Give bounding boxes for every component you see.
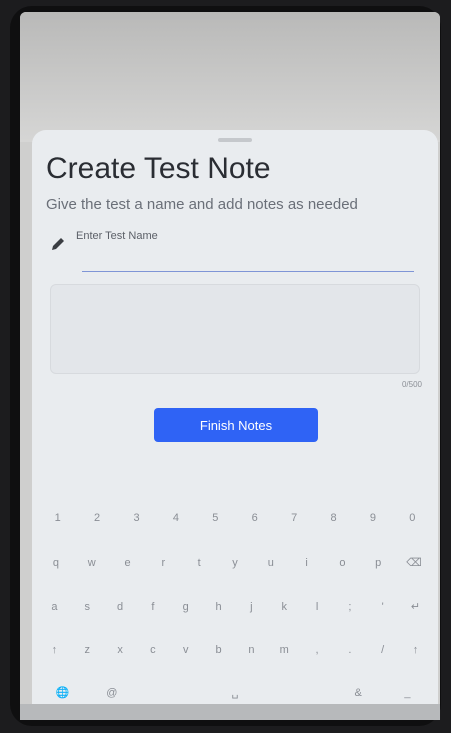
- key[interactable]: /: [366, 644, 399, 656]
- key[interactable]: h: [202, 600, 235, 613]
- keyboard-row-top: q w e r t y u i o p ⌫: [38, 556, 432, 570]
- keyboard-row-space: 🌐 @ ␣ & _: [38, 686, 432, 700]
- key[interactable]: 1: [38, 512, 77, 524]
- key[interactable]: t: [181, 556, 217, 569]
- key[interactable]: n: [235, 644, 268, 656]
- key[interactable]: d: [104, 600, 137, 613]
- key[interactable]: a: [38, 600, 71, 613]
- key[interactable]: .: [333, 644, 366, 656]
- key[interactable]: @: [87, 686, 136, 699]
- key[interactable]: ': [366, 600, 399, 613]
- key[interactable]: 6: [235, 512, 274, 524]
- key[interactable]: p: [360, 556, 396, 569]
- key[interactable]: ,: [301, 644, 334, 656]
- globe-icon[interactable]: 🌐: [38, 686, 87, 699]
- key[interactable]: f: [136, 600, 169, 613]
- key[interactable]: ;: [333, 600, 366, 613]
- key[interactable]: g: [169, 600, 202, 613]
- key[interactable]: c: [136, 644, 169, 656]
- key[interactable]: 5: [196, 512, 235, 524]
- keyboard-row-middle: a s d f g h j k l ; ' ↵: [38, 600, 432, 614]
- key[interactable]: w: [74, 556, 110, 569]
- key[interactable]: v: [169, 644, 202, 656]
- character-counter: 0/500: [401, 380, 422, 389]
- key[interactable]: &: [334, 686, 383, 699]
- device-bottom-bezel: [20, 704, 440, 720]
- key[interactable]: 9: [353, 512, 392, 524]
- key[interactable]: b: [202, 644, 235, 656]
- key[interactable]: 0: [393, 512, 432, 524]
- key[interactable]: q: [38, 556, 74, 569]
- finish-notes-button[interactable]: Finish Notes: [154, 408, 318, 442]
- key[interactable]: s: [71, 600, 104, 613]
- key[interactable]: 4: [156, 512, 195, 524]
- key[interactable]: z: [71, 644, 104, 656]
- keyboard-row-bottom: ↑ z x c v b n m , . / ↑: [38, 644, 432, 656]
- shift-icon[interactable]: ↑: [399, 644, 432, 656]
- key[interactable]: u: [253, 556, 289, 569]
- key[interactable]: _: [383, 686, 432, 699]
- on-screen-keyboard: 1 2 3 4 5 6 7 8 9 0 q w e r t y u i o p …: [38, 502, 432, 708]
- sheet-subtitle: Give the test a name and add notes as ne…: [46, 196, 358, 213]
- backspace-icon[interactable]: ⌫: [396, 556, 432, 569]
- enter-icon[interactable]: ↵: [399, 600, 432, 613]
- dimmed-background[interactable]: [20, 12, 440, 142]
- test-name-input[interactable]: [82, 228, 414, 272]
- keyboard-row-numbers: 1 2 3 4 5 6 7 8 9 0: [38, 512, 432, 524]
- key[interactable]: j: [235, 600, 268, 613]
- key[interactable]: 3: [117, 512, 156, 524]
- key[interactable]: k: [268, 600, 301, 613]
- space-key[interactable]: ␣: [137, 686, 334, 699]
- notes-textarea[interactable]: [50, 284, 420, 374]
- shift-icon[interactable]: ↑: [38, 644, 71, 656]
- bottom-sheet: Create Test Note Give the test a name an…: [32, 130, 438, 718]
- key[interactable]: o: [325, 556, 361, 569]
- key[interactable]: l: [301, 600, 334, 613]
- key[interactable]: m: [268, 644, 301, 656]
- pencil-icon: [52, 238, 64, 250]
- key[interactable]: 7: [274, 512, 313, 524]
- key[interactable]: y: [217, 556, 253, 569]
- sheet-title: Create Test Note: [46, 152, 271, 185]
- key[interactable]: 8: [314, 512, 353, 524]
- key[interactable]: r: [145, 556, 181, 569]
- key[interactable]: e: [110, 556, 146, 569]
- sheet-drag-handle[interactable]: [218, 138, 252, 142]
- key[interactable]: x: [104, 644, 137, 656]
- screen: Create Test Note Give the test a name an…: [20, 12, 440, 720]
- key[interactable]: 2: [77, 512, 116, 524]
- key[interactable]: i: [289, 556, 325, 569]
